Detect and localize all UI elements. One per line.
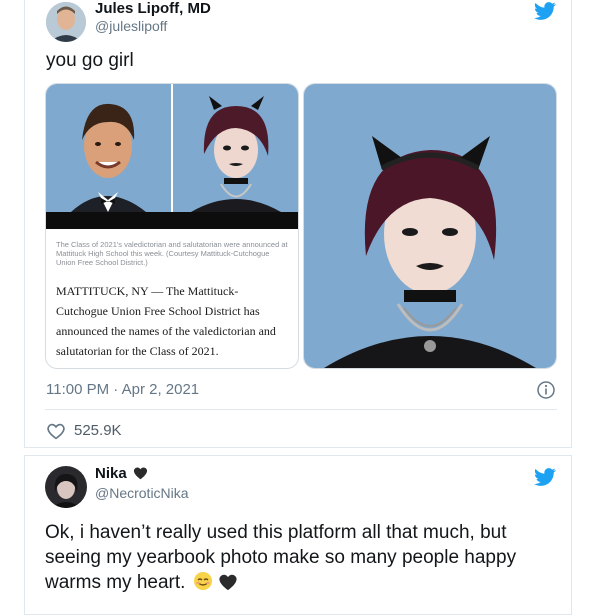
tweet-card-2: Nika @NecroticNika Ok, i haven’t really …	[24, 455, 572, 615]
avatar-photo	[45, 466, 87, 508]
tweet-card-1: Jules Lipoff, MD @juleslipoff you go gir…	[24, 0, 572, 448]
portrait-photo	[304, 84, 556, 368]
author-name[interactable]: Jules Lipoff, MD	[95, 0, 211, 17]
like-heart-icon[interactable]	[46, 422, 66, 440]
twitter-bird-icon[interactable]	[532, 0, 558, 22]
yearbook-photos-pair	[46, 84, 298, 212]
author-avatar[interactable]	[46, 2, 86, 42]
black-heart-icon	[219, 574, 237, 591]
tweet-media-article[interactable]: The Class of 2021's valedictorian and sa…	[45, 83, 299, 369]
tweet-text: Ok, i haven’t really used this platform …	[45, 520, 565, 595]
article-body: MATTITUCK, NY — The Mattituck-Cutchogue …	[56, 284, 276, 358]
author-handle[interactable]: @NecroticNika	[95, 485, 189, 501]
article-caption: The Class of 2021's valedictorian and sa…	[56, 240, 288, 267]
author-avatar[interactable]	[45, 466, 87, 508]
tweet-text: you go girl	[46, 50, 134, 71]
author-handle[interactable]: @juleslipoff	[95, 18, 167, 34]
twitter-bird-icon[interactable]	[532, 466, 558, 488]
author-name-text: Nika	[95, 465, 127, 482]
smiling-face-icon	[193, 572, 212, 590]
tweet-media-portrait[interactable]	[303, 83, 557, 369]
black-heart-icon	[133, 467, 147, 480]
info-icon[interactable]	[536, 380, 556, 400]
author-name[interactable]: Nika	[95, 465, 148, 482]
tweet-timestamp[interactable]: 11:00 PM · Apr 2, 2021	[46, 381, 199, 398]
tweet-divider	[45, 409, 557, 410]
avatar-photo	[46, 2, 86, 42]
tweet-text-content: Ok, i haven’t really used this platform …	[45, 522, 517, 593]
like-count[interactable]: 525.9K	[74, 422, 122, 439]
photo-caption-bar	[46, 212, 298, 229]
